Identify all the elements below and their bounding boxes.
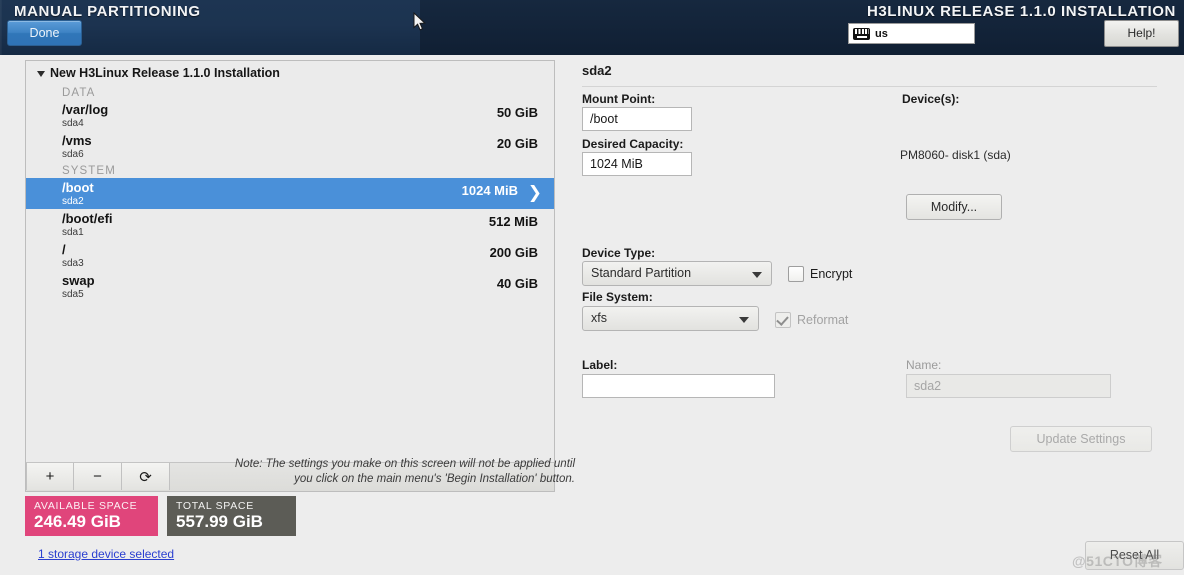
- mount-point-label: /: [62, 242, 66, 257]
- device-label: sda3: [62, 258, 84, 269]
- top-bar: MANUAL PARTITIONING H3LINUX RELEASE 1.1.…: [0, 0, 1184, 55]
- size-label: 1024 MiB: [461, 183, 518, 198]
- title-divider: [582, 86, 1157, 87]
- device-type-select[interactable]: Standard Partition: [582, 261, 772, 286]
- device-value: PM8060- disk1 (sda): [900, 148, 1011, 162]
- available-space-label: AVAILABLE SPACE: [34, 500, 138, 512]
- keyboard-icon: [853, 27, 870, 40]
- size-label: 20 GiB: [496, 136, 538, 151]
- mount-point-label: /vms: [62, 133, 92, 148]
- partition-row-swap[interactable]: swap sda5 40 GiB: [26, 271, 554, 302]
- size-label: 40 GiB: [496, 276, 538, 291]
- name-input: [906, 374, 1111, 398]
- mount-point-input[interactable]: [582, 107, 692, 131]
- mount-point-field-label: Mount Point:: [582, 92, 656, 106]
- partition-details-title: sda2: [582, 63, 612, 78]
- help-button[interactable]: Help!: [1104, 20, 1179, 47]
- total-space-value: 557.99 GiB: [176, 512, 263, 531]
- partition-details-panel: sda2 Mount Point: Desired Capacity: Devi…: [570, 58, 1170, 508]
- group-header-data: DATA: [62, 87, 96, 99]
- mount-point-label: /var/log: [62, 102, 109, 117]
- total-space-box: TOTAL SPACE 557.99 GiB: [167, 496, 296, 536]
- done-button[interactable]: Done: [7, 20, 82, 46]
- partition-row-root[interactable]: / sda3 200 GiB: [26, 240, 554, 271]
- devices-field-label: Device(s):: [902, 92, 960, 106]
- partition-row-boot-efi[interactable]: /boot/efi sda1 512 MiB: [26, 209, 554, 240]
- size-label: 50 GiB: [496, 105, 538, 120]
- chevron-down-icon: [37, 70, 45, 77]
- group-header-system: SYSTEM: [62, 165, 116, 177]
- file-system-select[interactable]: xfs: [582, 306, 759, 331]
- encrypt-checkbox[interactable]: Encrypt: [788, 266, 852, 282]
- size-label: 512 MiB: [488, 214, 538, 229]
- product-title: H3LINUX RELEASE 1.1.0 INSTALLATION: [866, 3, 1176, 20]
- settings-note: Note: The settings you make on this scre…: [234, 458, 575, 485]
- mount-point-label: /boot/efi: [62, 211, 113, 226]
- keyboard-layout-indicator[interactable]: us: [848, 23, 975, 44]
- file-system-value: xfs: [591, 311, 607, 325]
- remove-partition-button[interactable]: −: [74, 463, 122, 490]
- chevron-right-icon: ❯: [527, 183, 542, 202]
- add-partition-button[interactable]: +: [26, 463, 74, 490]
- desired-capacity-field-label: Desired Capacity:: [582, 137, 684, 151]
- chevron-down-icon: [739, 317, 749, 323]
- label-field-label: Label:: [582, 358, 618, 372]
- modify-button[interactable]: Modify...: [906, 194, 1002, 220]
- device-label: sda4: [62, 118, 84, 129]
- available-space-box: AVAILABLE SPACE 246.49 GiB: [25, 496, 158, 536]
- keyboard-layout-label: us: [875, 27, 888, 40]
- checkbox-checked-icon: [775, 312, 791, 328]
- available-space-value: 246.49 GiB: [34, 512, 121, 531]
- total-space-label: TOTAL SPACE: [176, 500, 254, 512]
- storage-devices-link[interactable]: 1 storage device selected: [38, 547, 174, 561]
- reset-all-button[interactable]: Reset All: [1085, 541, 1184, 570]
- file-system-field-label: File System:: [582, 290, 653, 304]
- label-input[interactable]: [582, 374, 775, 398]
- update-settings-button[interactable]: Update Settings: [1010, 426, 1152, 452]
- device-label: sda6: [62, 149, 84, 160]
- checkbox-icon: [788, 266, 804, 282]
- mouse-cursor-icon: [413, 12, 427, 31]
- reformat-label: Reformat: [797, 313, 849, 327]
- device-type-field-label: Device Type:: [582, 246, 656, 260]
- name-field-label: Name:: [906, 358, 942, 372]
- mount-point-label: swap: [62, 273, 95, 288]
- reformat-checkbox[interactable]: Reformat: [775, 312, 848, 328]
- screen-title: MANUAL PARTITIONING: [14, 3, 201, 20]
- refresh-button[interactable]: ⟳: [122, 463, 170, 490]
- chevron-down-icon: [752, 272, 762, 278]
- device-type-value: Standard Partition: [591, 266, 692, 280]
- encrypt-label: Encrypt: [810, 267, 853, 281]
- partition-list-panel: New H3Linux Release 1.1.0 Installation D…: [25, 60, 555, 492]
- partition-row-boot[interactable]: /boot sda2 1024 MiB ❯: [26, 178, 554, 209]
- partition-row-vms[interactable]: /vms sda6 20 GiB: [26, 131, 554, 162]
- partition-tree-root-label: New H3Linux Release 1.1.0 Installation: [50, 66, 280, 80]
- partition-scroll-area[interactable]: New H3Linux Release 1.1.0 Installation D…: [26, 61, 554, 463]
- device-label: sda5: [62, 289, 84, 300]
- desired-capacity-input[interactable]: [582, 152, 692, 176]
- partition-row-var-log[interactable]: /var/log sda4 50 GiB: [26, 100, 554, 131]
- size-label: 200 GiB: [489, 245, 538, 260]
- partition-tree-root[interactable]: New H3Linux Release 1.1.0 Installation: [26, 61, 554, 84]
- device-label: sda1: [62, 227, 84, 238]
